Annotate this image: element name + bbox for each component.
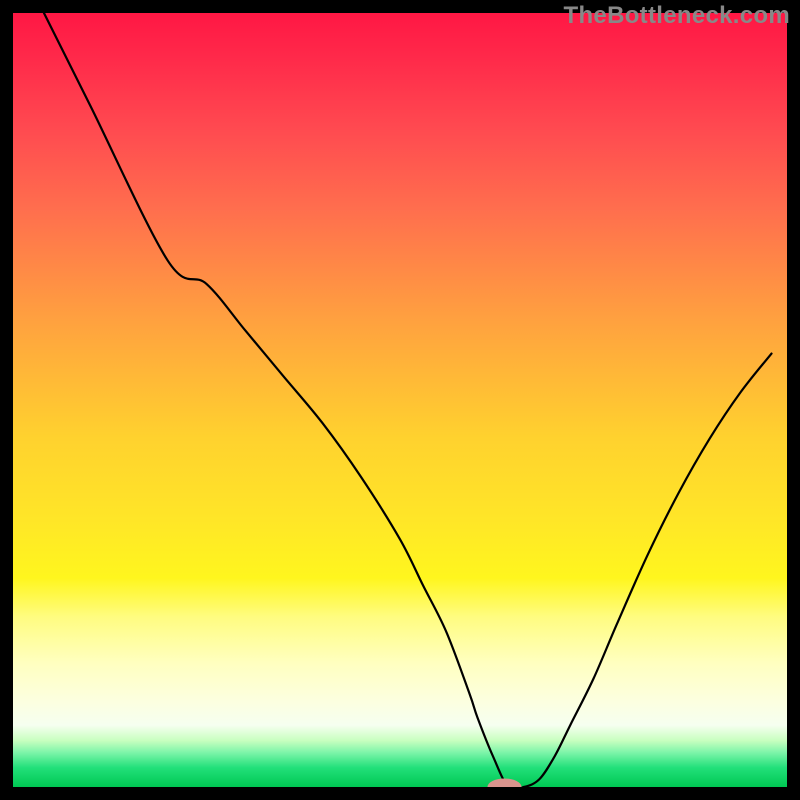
watermark-text: TheBottleneck.com <box>564 2 790 30</box>
plot-background <box>13 13 787 787</box>
bottleneck-chart: TheBottleneck.com <box>0 0 800 800</box>
chart-svg <box>0 0 800 800</box>
